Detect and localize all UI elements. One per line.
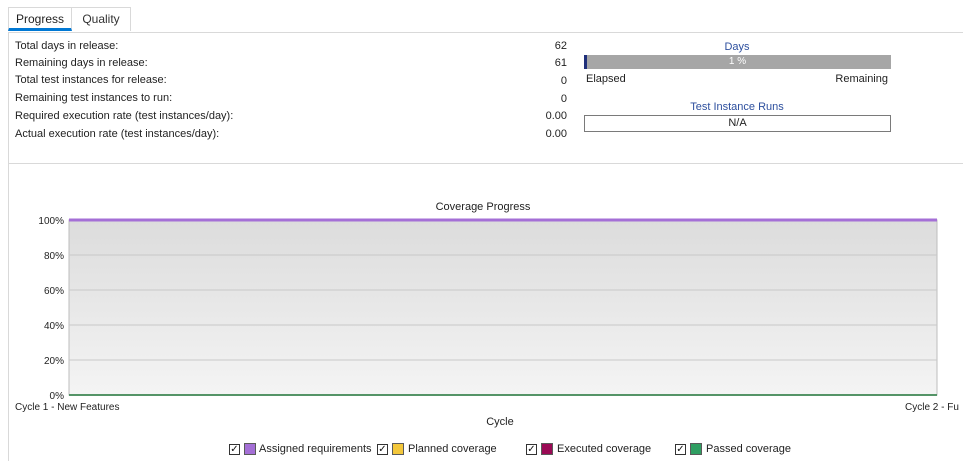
y-tick-label: 80%: [44, 251, 64, 262]
checkbox-icon[interactable]: ✓: [675, 444, 686, 455]
coverage-progress-chart: 0% 20% 40% 60% 80% 100% Cycle 1 - New Features…: [15, 216, 959, 413]
y-tick-label: 0%: [50, 391, 65, 402]
checkbox-icon[interactable]: ✓: [229, 444, 240, 455]
checkbox-icon[interactable]: ✓: [526, 444, 537, 455]
legend-label-passed-coverage: Passed coverage: [706, 443, 791, 455]
legend-swatch-executed-coverage: [541, 443, 553, 455]
y-tick-label: 20%: [44, 356, 64, 367]
x-axis-label: Cycle: [486, 416, 514, 428]
x-tick-label: Cycle 2 - Fu: [905, 402, 959, 413]
plot-area: [68, 219, 938, 396]
y-tick-label: 40%: [44, 321, 64, 332]
legend-label-executed-coverage: Executed coverage: [557, 443, 652, 455]
legend-swatch-passed-coverage: [690, 443, 702, 455]
x-tick-label: Cycle 1 - New Features: [15, 402, 119, 413]
y-tick-label: 60%: [44, 286, 64, 297]
legend-swatch-planned-coverage: [392, 443, 404, 455]
legend-label-planned-coverage: Planned coverage: [408, 443, 497, 455]
y-tick-label: 100%: [38, 216, 64, 227]
chart-legend: ✓ Assigned requirements ✓ Planned covera…: [0, 443, 963, 457]
checkbox-icon[interactable]: ✓: [377, 444, 388, 455]
legend-label-assigned-requirements: Assigned requirements: [259, 443, 372, 455]
legend-swatch-assigned-requirements: [244, 443, 256, 455]
